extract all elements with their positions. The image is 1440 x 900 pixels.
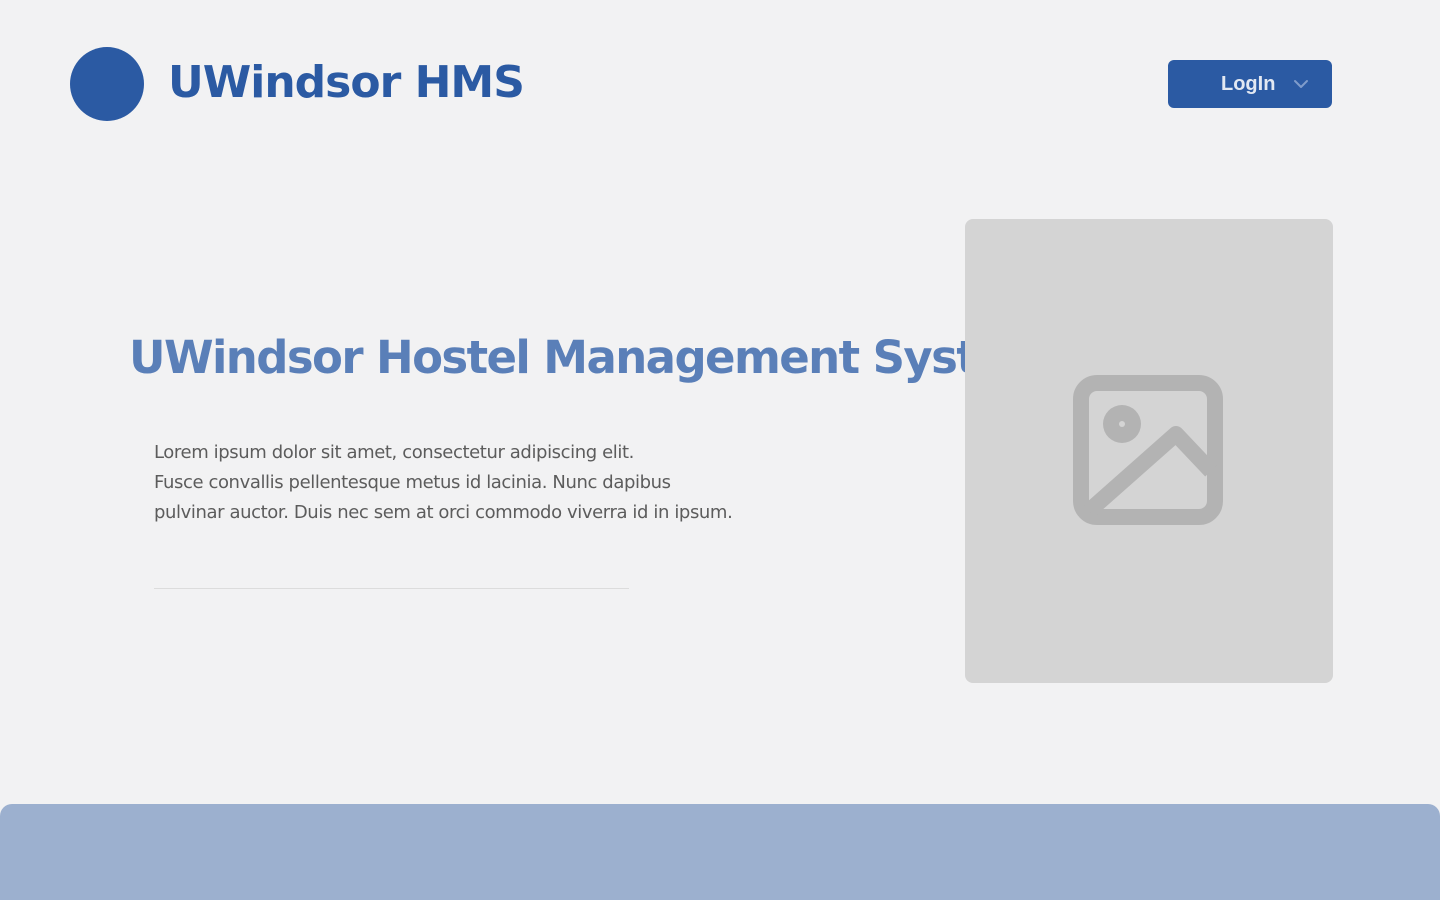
hero-description-line: Lorem ipsum dolor sit amet, consectetur … [154,442,634,463]
hero-description-line: pulvinar auctor. Duis nec sem at orci co… [154,502,733,523]
hero-image-placeholder [965,219,1333,683]
login-button[interactable]: LogIn [1168,60,1332,108]
hero-description-line: Fusce convallis pellentesque metus id la… [154,472,671,493]
chevron-down-icon [1294,80,1308,88]
footer-band [0,804,1440,900]
brand-title[interactable]: UWindsor HMS [168,54,525,112]
hero-description: Lorem ipsum dolor sit amet, consectetur … [154,438,764,528]
login-label: LogIn [1221,73,1276,95]
logo[interactable] [70,47,144,121]
hero-title: UWindsor Hostel Management System [129,331,1052,384]
image-placeholder-icon [1073,375,1223,525]
divider [154,588,629,589]
landing-page: UWindsor HMS LogIn UWindsor Hostel Manag… [0,0,1440,900]
